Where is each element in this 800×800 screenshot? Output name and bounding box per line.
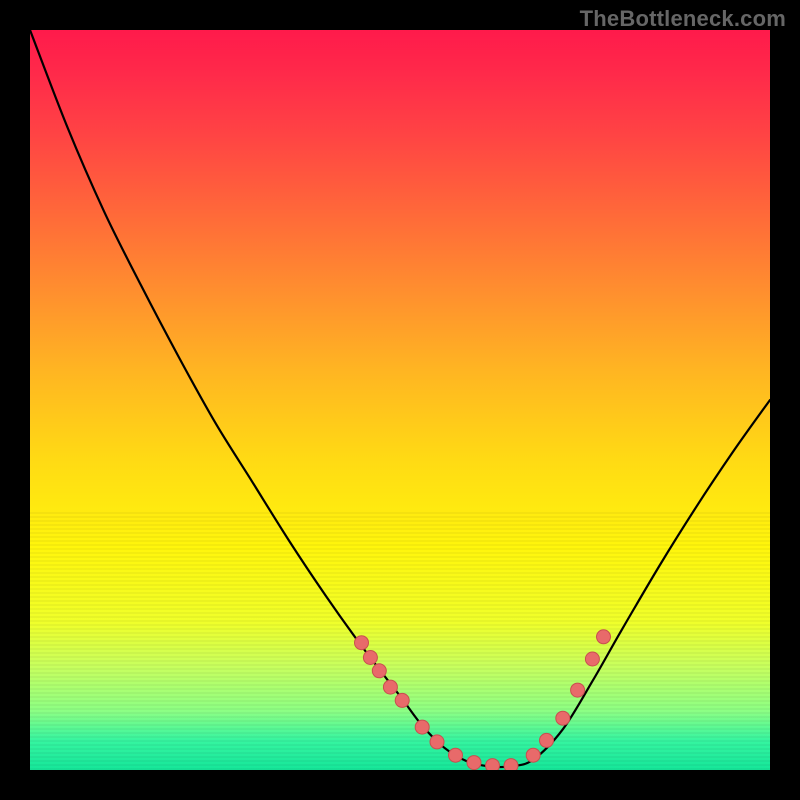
curve-marker bbox=[430, 735, 444, 749]
curve-marker bbox=[526, 748, 540, 762]
bottleneck-curve-line bbox=[30, 30, 770, 767]
curve-marker bbox=[486, 759, 500, 770]
curve-marker bbox=[415, 720, 429, 734]
curve-markers-group bbox=[355, 630, 611, 770]
plot-area bbox=[30, 30, 770, 770]
curve-marker bbox=[355, 636, 369, 650]
curve-marker bbox=[556, 711, 570, 725]
curve-marker bbox=[449, 748, 463, 762]
curve-marker bbox=[467, 756, 481, 770]
curve-marker bbox=[395, 693, 409, 707]
curve-marker bbox=[571, 683, 585, 697]
curve-marker bbox=[383, 680, 397, 694]
curve-marker bbox=[504, 759, 518, 770]
curve-marker bbox=[363, 651, 377, 665]
curve-marker bbox=[597, 630, 611, 644]
chart-svg bbox=[30, 30, 770, 770]
curve-marker bbox=[585, 652, 599, 666]
watermark-label: TheBottleneck.com bbox=[580, 6, 786, 32]
curve-marker bbox=[540, 733, 554, 747]
curve-marker bbox=[372, 664, 386, 678]
chart-frame: TheBottleneck.com bbox=[0, 0, 800, 800]
